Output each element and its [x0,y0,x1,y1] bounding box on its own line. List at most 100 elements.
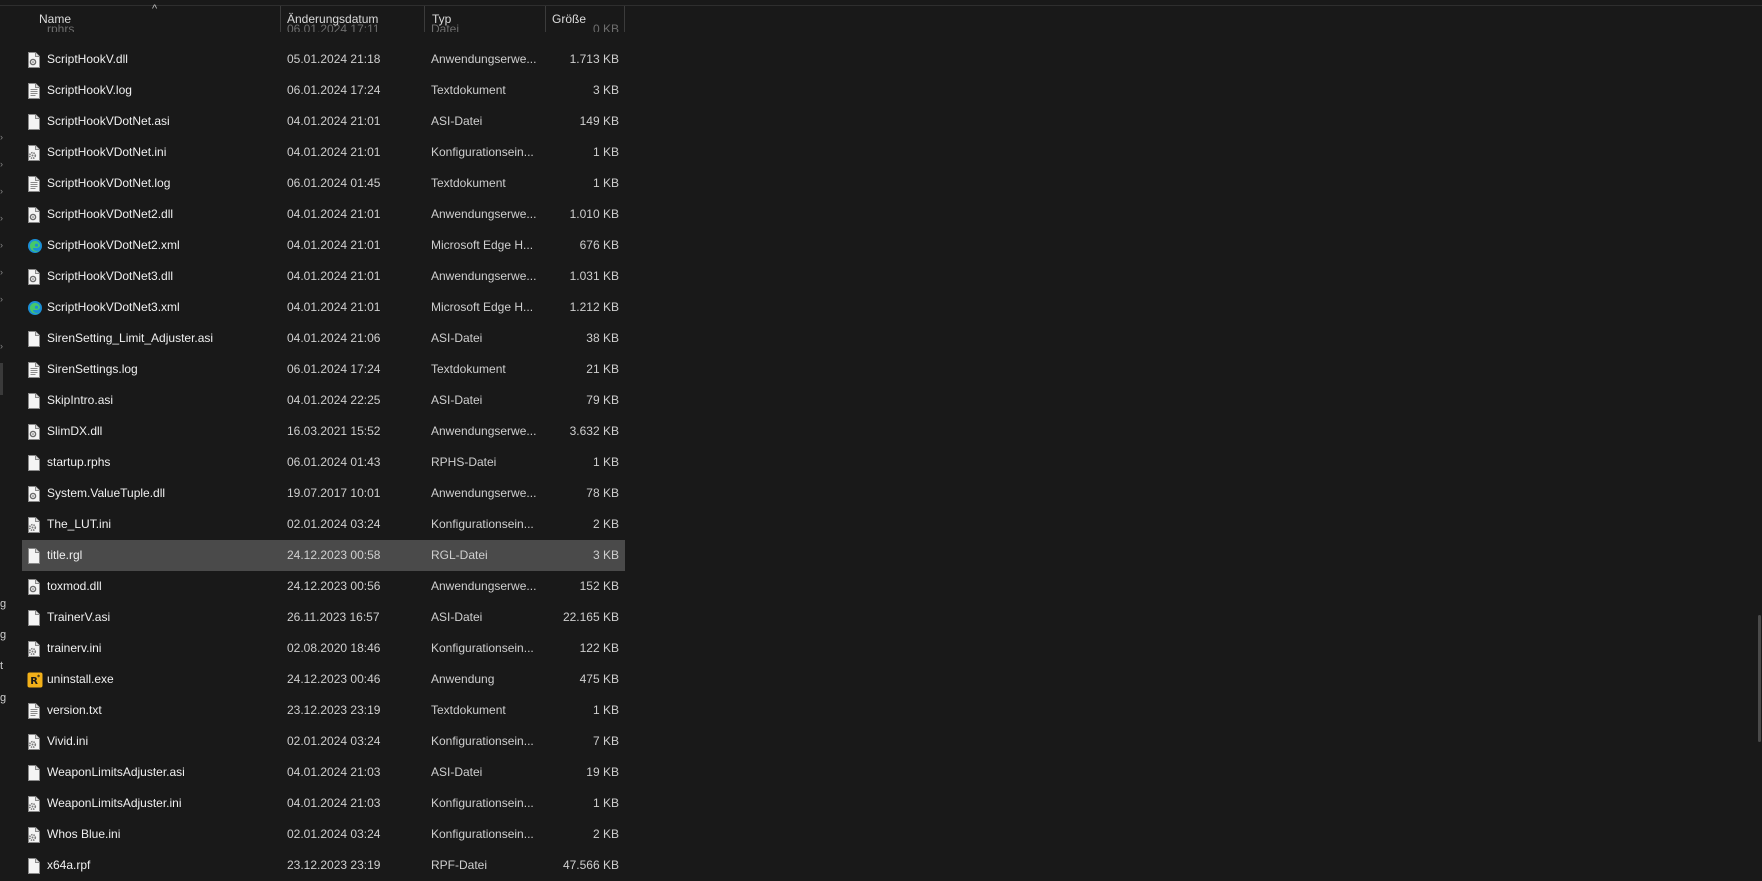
config-file-icon [27,796,41,812]
column-header-type[interactable]: Typ [425,6,546,32]
vertical-scrollbar[interactable] [1758,615,1761,742]
file-date: 02.01.2024 03:24 [287,517,381,531]
file-date: 04.01.2024 21:01 [287,238,381,252]
file-type: ASI-Datei [431,765,483,779]
file-date: 02.01.2024 03:24 [287,734,381,748]
dll-file-icon [27,579,41,595]
file-row[interactable]: version.txt 23.12.2023 23:19 Textdokument 1… [22,695,625,726]
expand-chevron-icon[interactable]: › [0,133,6,142]
file-size: 1.031 KB [569,269,619,283]
file-name: SkipIntro.asi [47,393,114,407]
file-row[interactable]: ScriptHookVDotNet2.xml 04.01.2024 21:01 Mi… [22,230,625,261]
file-row[interactable]: System.ValueTuple.dll 19.07.2017 10:01 Anw… [22,478,625,509]
file-row[interactable]: ScriptHookVDotNet.ini 04.01.2024 21:01 Kon… [22,137,625,168]
file-size: 19 KB [586,765,619,779]
file-row[interactable]: WeaponLimitsAdjuster.ini 04.01.2024 21:03… [22,788,625,819]
rockstar-app-icon: R * [27,672,43,688]
file-name: WeaponLimitsAdjuster.asi [47,765,185,779]
file-name: The_LUT.ini [47,517,112,531]
column-header-name[interactable]: Name [22,6,281,32]
file-type: Anwendungserwe... [431,424,537,438]
file-row[interactable]: ScriptHookV.log 06.01.2024 17:24 Textdokum… [22,75,625,106]
nav-item-fragment[interactable]: g [0,692,6,704]
blank-file-icon [27,765,41,781]
config-file-icon [27,827,41,843]
nav-item-fragment[interactable]: t [0,660,3,672]
file-row[interactable]: ScriptHookVDotNet.log 06.01.2024 01:45 Tex… [22,168,625,199]
file-row[interactable]: SirenSettings.log 06.01.2024 17:24 Textdok… [22,354,625,385]
blank-file-icon [27,393,41,409]
file-size: 676 KB [579,238,619,252]
nav-item-fragment[interactable]: g [0,629,6,641]
file-size: 1 KB [592,796,619,810]
file-name: ScriptHookVDotNet3.dll [47,269,174,283]
file-type: Konfigurationsein... [431,734,534,748]
file-row[interactable]: The_LUT.ini 02.01.2024 03:24 Konfiguration… [22,509,625,540]
file-name: SirenSettings.log [47,362,138,376]
file-row[interactable]: Whos Blue.ini 02.01.2024 03:24 Konfigurati… [22,819,625,850]
file-date: 04.01.2024 21:01 [287,207,381,221]
file-name: toxmod.dll [47,579,102,593]
file-size: 1 KB [592,455,619,469]
navigation-pane-edge: › › › › › › › › › g g t g [0,0,8,881]
file-type: Konfigurationsein... [431,145,534,159]
file-row[interactable]: ScriptHookV.dll 05.01.2024 21:18 Anwendung… [22,44,625,75]
file-row[interactable]: trainerv.ini 02.08.2020 18:46 Konfiguratio… [22,633,625,664]
file-row[interactable]: ScriptHookVDotNet.asi 04.01.2024 21:01 ASI… [22,106,625,137]
file-size: 1 KB [592,145,619,159]
file-date: 06.01.2024 17:24 [287,83,381,97]
file-size: 78 KB [586,486,619,500]
column-header-date[interactable]: Änderungsdatum [281,6,425,32]
file-row[interactable]: SkipIntro.asi 04.01.2024 22:25 ASI-Datei 79… [22,385,625,416]
file-size: 1.010 KB [569,207,619,221]
file-type: Textdokument [431,83,506,97]
file-row[interactable]: ScriptHookVDotNet3.dll 04.01.2024 21:01 An… [22,261,625,292]
file-date: 06.01.2024 01:43 [287,455,381,469]
file-row[interactable]: ScriptHookVDotNet2.dll 04.01.2024 21:01 An… [22,199,625,230]
file-row[interactable]: SlimDX.dll 16.03.2021 15:52 Anwendungserwe… [22,416,625,447]
file-row[interactable]: SirenSetting_Limit_Adjuster.asi 04.01.202… [22,323,625,354]
expand-chevron-icon[interactable]: › [0,187,6,196]
file-size: 47.566 KB [562,858,619,872]
file-row[interactable]: title.rgl 24.12.2023 00:58 RGL-Datei 3 KB [22,540,625,571]
expand-chevron-icon[interactable]: › [0,342,6,351]
file-type: RGL-Datei [431,548,488,562]
file-size: 3 KB [592,548,619,562]
expand-chevron-icon[interactable]: › [0,268,6,277]
file-date: 06.01.2024 17:24 [287,362,381,376]
expand-chevron-icon[interactable]: › [0,241,6,250]
file-date: 04.01.2024 21:01 [287,300,381,314]
file-type: Textdokument [431,703,506,717]
expand-chevron-icon[interactable]: › [0,160,6,169]
file-date: 04.01.2024 21:06 [287,331,381,345]
file-type: Anwendungserwe... [431,207,537,221]
blank-file-icon [27,455,41,471]
file-type: ASI-Datei [431,331,483,345]
file-type: Konfigurationsein... [431,641,534,655]
file-type: Textdokument [431,176,506,190]
edge-file-icon [27,238,42,254]
blank-file-icon [27,331,41,347]
file-date: 06.01.2024 01:45 [287,176,381,190]
file-type: Konfigurationsein... [431,827,534,841]
file-name: version.txt [47,703,102,717]
file-date: 19.07.2017 10:01 [287,486,381,500]
file-row[interactable]: TrainerV.asi 26.11.2023 16:57 ASI-Datei 22.… [22,602,625,633]
expand-chevron-icon[interactable]: › [0,295,6,304]
file-row[interactable]: WeaponLimitsAdjuster.asi 04.01.2024 21:03… [22,757,625,788]
file-date: 02.01.2024 03:24 [287,827,381,841]
file-row[interactable]: R * uninstall.exe 24.12.2023 00:46 Anwendung… [22,664,625,695]
nav-item-fragment[interactable]: g [0,598,6,610]
file-date: 24.12.2023 00:56 [287,579,381,593]
column-header-size[interactable]: Größe [546,6,625,32]
file-list: ScriptHookV.dll 05.01.2024 21:18 Anwendung… [22,44,625,881]
file-row[interactable]: toxmod.dll 24.12.2023 00:56 Anwendungserwe… [22,571,625,602]
expand-chevron-icon[interactable]: › [0,214,6,223]
file-type: Konfigurationsein... [431,796,534,810]
file-row[interactable]: startup.rphs 06.01.2024 01:43 RPHS-Datei 1 … [22,447,625,478]
config-file-icon [27,641,41,657]
file-row[interactable]: Vivid.ini 02.01.2024 03:24 Konfigurationse… [22,726,625,757]
file-row[interactable]: ScriptHookVDotNet3.xml 04.01.2024 21:01 Mi… [22,292,625,323]
file-type: RPF-Datei [431,858,488,872]
file-row[interactable]: x64a.rpf 23.12.2023 23:19 RPF-Datei 47.566 … [22,850,625,881]
